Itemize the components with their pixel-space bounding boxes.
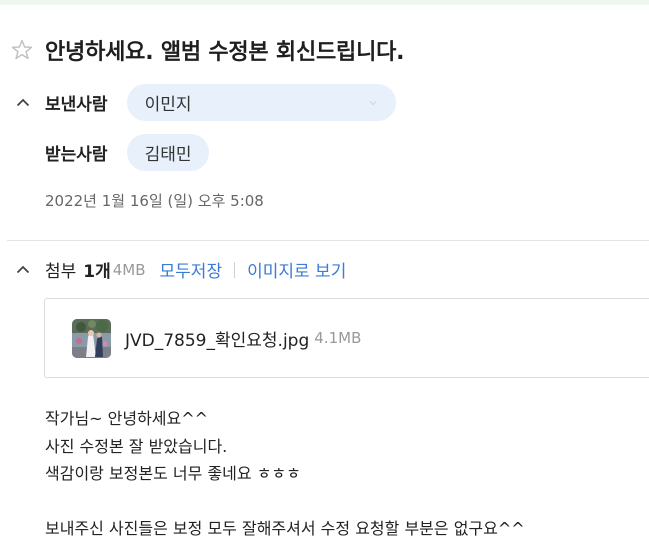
star-outline-icon[interactable]: [10, 38, 34, 62]
attachments-total-size: 4MB: [112, 260, 146, 279]
recipient-pill[interactable]: 김태민: [126, 134, 210, 171]
sender-name: 이민지: [144, 95, 192, 115]
sender-label: 보낸사람: [45, 95, 108, 115]
body-line: 보내주신 사진들은 보정 모두 잘해주셔서 수정 요청할 부분은 없구요^^: [45, 519, 525, 538]
divider: [7, 240, 649, 241]
mail-body: 작가님~ 안녕하세요^^ 사진 수정본 잘 받았습니다. 색감이랑 보정본도 너무 …: [45, 405, 525, 543]
view-as-image-button[interactable]: 이미지로 보기: [247, 257, 346, 282]
attachments-title: 첨부: [45, 262, 77, 282]
recipient-name: 김태민: [144, 145, 192, 165]
body-line: [45, 488, 525, 516]
save-all-button[interactable]: 모두저장: [160, 257, 223, 282]
sender-pill[interactable]: 이민지: [126, 84, 396, 121]
top-toolbar-strip: [0, 0, 649, 5]
recipient-row: 받는사람 김태민: [45, 134, 210, 171]
body-line: 사진 수정본 잘 받았습니다.: [45, 436, 228, 456]
body-line: 작가님~ 안녕하세요^^: [45, 409, 209, 428]
attachments-header: 첨부 1개 4MB 모두저장 이미지로 보기: [14, 257, 346, 282]
chevron-up-icon[interactable]: [14, 261, 32, 279]
sender-row: 보낸사람 이민지: [14, 84, 396, 121]
body-line: 색감이랑 보정본도 너무 좋네요 ㅎㅎㅎ: [45, 464, 301, 483]
chevron-down-icon[interactable]: [368, 93, 378, 113]
image-thumbnail[interactable]: [72, 318, 111, 358]
subject-row: 안녕하세요. 앨범 수정본 회신드립니다.: [10, 34, 405, 66]
recipient-label: 받는사람: [45, 145, 108, 165]
attachment-file-size: 4.1MB: [314, 329, 362, 347]
chevron-up-icon[interactable]: [14, 94, 32, 112]
mail-subject: 안녕하세요. 앨범 수정본 회신드립니다.: [45, 40, 405, 65]
attachments-count: 1개: [83, 262, 111, 282]
attachment-card[interactable]: JVD_7859_확인요청.jpg 4.1MB: [44, 298, 649, 378]
link-separator: [234, 261, 236, 278]
attachment-file-name[interactable]: JVD_7859_확인요청.jpg: [125, 326, 309, 351]
mail-date: 2022년 1월 16일 (일) 오후 5:08: [45, 192, 264, 210]
